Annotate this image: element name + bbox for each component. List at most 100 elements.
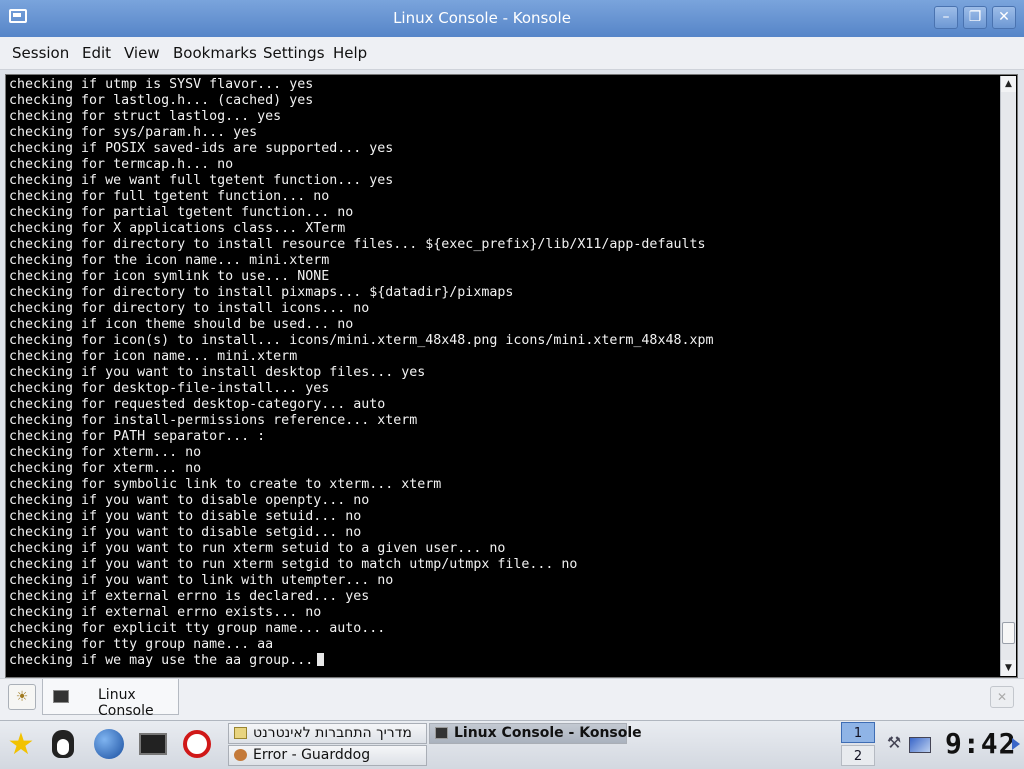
- scroll-down-arrow-icon[interactable]: ▼: [1001, 660, 1016, 676]
- desktop-2-button[interactable]: 2: [841, 745, 875, 766]
- task-label: Error - Guarddog: [253, 747, 371, 763]
- terminal-line-text: checking if external errno exists... no: [9, 605, 322, 620]
- konsole-launcher-icon[interactable]: [136, 727, 170, 761]
- terminal-line: checking for icon name... mini.xterm: [9, 349, 999, 365]
- menu-settings[interactable]: Settings: [263, 44, 325, 62]
- terminal-line-text: checking for requested desktop-category.…: [9, 397, 386, 412]
- terminal-line: checking for PATH separator... :: [9, 429, 999, 445]
- menu-edit[interactable]: Edit: [82, 44, 111, 62]
- terminal-line-text: checking for xterm... no: [9, 445, 202, 460]
- new-session-button[interactable]: ☀: [8, 684, 36, 710]
- terminal-line-text: checking for desktop-file-install... yes: [9, 381, 330, 396]
- menu-bar: Session Edit View Bookmarks Settings Hel…: [0, 37, 1024, 70]
- task-konsole[interactable]: Linux Console - Konsole: [429, 723, 642, 744]
- terminal-line: checking for xterm... no: [9, 445, 999, 461]
- window-title: Linux Console - Konsole: [393, 9, 571, 27]
- tux-penguin-icon[interactable]: [46, 727, 80, 761]
- web-browser-globe-icon[interactable]: [92, 727, 126, 761]
- close-session-button[interactable]: ✕: [990, 686, 1014, 708]
- terminal-line-text: checking if POSIX saved-ids are supporte…: [9, 141, 394, 156]
- terminal-line: checking for directory to install pixmap…: [9, 285, 999, 301]
- task-internet-guide[interactable]: מדריך התחברות לאינטרנט: [228, 723, 427, 744]
- clock[interactable]: 9:42: [945, 728, 1015, 760]
- menu-bookmarks[interactable]: Bookmarks: [173, 44, 257, 62]
- kmenu-star-icon[interactable]: ★: [4, 727, 38, 762]
- terminal-line-text: checking for symbolic link to create to …: [9, 477, 442, 492]
- terminal-line: checking for symbolic link to create to …: [9, 477, 999, 493]
- terminal-line-text: checking for xterm... no: [9, 461, 202, 476]
- terminal-line: checking if we want full tgetent functio…: [9, 173, 999, 189]
- display-settings-icon[interactable]: [909, 737, 931, 753]
- maximize-button[interactable]: ❐: [963, 6, 987, 29]
- terminal-line-text: checking for PATH separator... :: [9, 429, 266, 444]
- terminal-line: checking for the icon name... mini.xterm: [9, 253, 999, 269]
- menu-session[interactable]: Session: [12, 44, 69, 62]
- terminal-scrollbar[interactable]: ▲ ▼: [1000, 76, 1016, 676]
- terminal-line: checking for install-permissions referen…: [9, 413, 999, 429]
- terminal-line: checking for sys/param.h... yes: [9, 125, 999, 141]
- terminal-line-text: checking for partial tgetent function...…: [9, 205, 354, 220]
- terminal-line-text: checking for directory to install resour…: [9, 237, 706, 252]
- menu-help[interactable]: Help: [333, 44, 367, 62]
- terminal-line-text: checking for sys/param.h... yes: [9, 125, 258, 140]
- tab-linux-console[interactable]: Linux Console: [42, 679, 179, 719]
- terminal-line-text: checking for icon symlink to use... NONE: [9, 269, 330, 284]
- terminal-line: checking if you want to disable setuid..…: [9, 509, 999, 525]
- terminal-icon: [435, 727, 448, 739]
- scroll-thumb[interactable]: [1002, 622, 1015, 644]
- terminal-line-text: checking for directory to install icons.…: [9, 301, 370, 316]
- terminal-line-text: checking for directory to install pixmap…: [9, 285, 514, 300]
- terminal-line-text: checking if you want to disable setuid..…: [9, 509, 362, 524]
- terminal-line-text: checking if you want to disable setgid..…: [9, 525, 362, 540]
- terminal-output[interactable]: checking if utmp is SYSV flavor... yes ch…: [9, 77, 999, 675]
- window-titlebar[interactable]: Linux Console - Konsole – ❐ ✕: [0, 0, 1024, 37]
- guarddog-launcher-icon[interactable]: [180, 727, 214, 761]
- terminal-line-text: checking if external errno is declared..…: [9, 589, 370, 604]
- terminal-line-text: checking if icon theme should be used...…: [9, 317, 354, 332]
- task-label: Linux Console - Konsole: [454, 725, 642, 741]
- terminal-line: checking if you want to run xterm setuid…: [9, 541, 999, 557]
- network-tool-icon[interactable]: ⚒: [882, 733, 906, 755]
- terminal-line: checking for lastlog.h... (cached) yes: [9, 93, 999, 109]
- terminal-line: checking for icon symlink to use... NONE: [9, 269, 999, 285]
- terminal-line: checking if you want to run xterm setgid…: [9, 557, 999, 573]
- terminal-line-text: checking for explicit tty group name... …: [9, 621, 386, 636]
- terminal-line: checking for full tgetent function... no: [9, 189, 999, 205]
- terminal-line: checking for termcap.h... no: [9, 157, 999, 173]
- terminal-line: checking for directory to install resour…: [9, 237, 999, 253]
- terminal-line-text: checking if you want to run xterm setgid…: [9, 557, 578, 572]
- terminal-line: checking if you want to disable setgid..…: [9, 525, 999, 541]
- terminal-line: checking for xterm... no: [9, 461, 999, 477]
- terminal-line: checking for explicit tty group name... …: [9, 621, 999, 637]
- terminal-line-text: checking for struct lastlog... yes: [9, 109, 282, 124]
- terminal-line-text: checking for X applications class... XTe…: [9, 221, 346, 236]
- terminal-line: checking if you want to install desktop …: [9, 365, 999, 381]
- terminal-line: checking for icon(s) to install... icons…: [9, 333, 999, 349]
- terminal-line: checking for tty group name... aa: [9, 637, 999, 653]
- close-button[interactable]: ✕: [992, 6, 1016, 29]
- terminal-line: checking if POSIX saved-ids are supporte…: [9, 141, 999, 157]
- scroll-up-arrow-icon[interactable]: ▲: [1001, 76, 1016, 92]
- terminal-line: checking for desktop-file-install... yes: [9, 381, 999, 397]
- panel-hide-arrow-icon[interactable]: [1012, 738, 1020, 750]
- terminal-line-text: checking for tty group name... aa: [9, 637, 274, 652]
- task-guarddog-error[interactable]: Error - Guarddog: [228, 745, 427, 766]
- desktop-1-button[interactable]: 1: [841, 722, 875, 743]
- terminal-line-text: checking for lastlog.h... (cached) yes: [9, 93, 314, 108]
- terminal-line: checking for directory to install icons.…: [9, 301, 999, 317]
- minimize-button[interactable]: –: [934, 6, 958, 29]
- terminal-line-text: checking for the icon name... mini.xterm: [9, 253, 330, 268]
- terminal-frame: checking if utmp is SYSV flavor... yes ch…: [5, 74, 1018, 678]
- terminal-line-text: checking for icon(s) to install... icons…: [9, 333, 714, 348]
- terminal-line-text: checking for icon name... mini.xterm: [9, 349, 298, 364]
- terminal-line-text: checking for install-permissions referen…: [9, 413, 418, 428]
- terminal-line: checking if you want to disable openpty.…: [9, 493, 999, 509]
- terminal-line-text: checking if we may use the aa group...: [9, 653, 314, 668]
- terminal-line: checking for struct lastlog... yes: [9, 109, 999, 125]
- terminal-line: checking if external errno exists... no: [9, 605, 999, 621]
- terminal-line: checking if you want to link with utempt…: [9, 573, 999, 589]
- terminal-line-text: checking if utmp is SYSV flavor... yes: [9, 77, 314, 92]
- session-tab-bar: ☀ Linux Console ✕: [0, 678, 1024, 721]
- menu-view[interactable]: View: [124, 44, 160, 62]
- terminal-line-text: checking for termcap.h... no: [9, 157, 234, 172]
